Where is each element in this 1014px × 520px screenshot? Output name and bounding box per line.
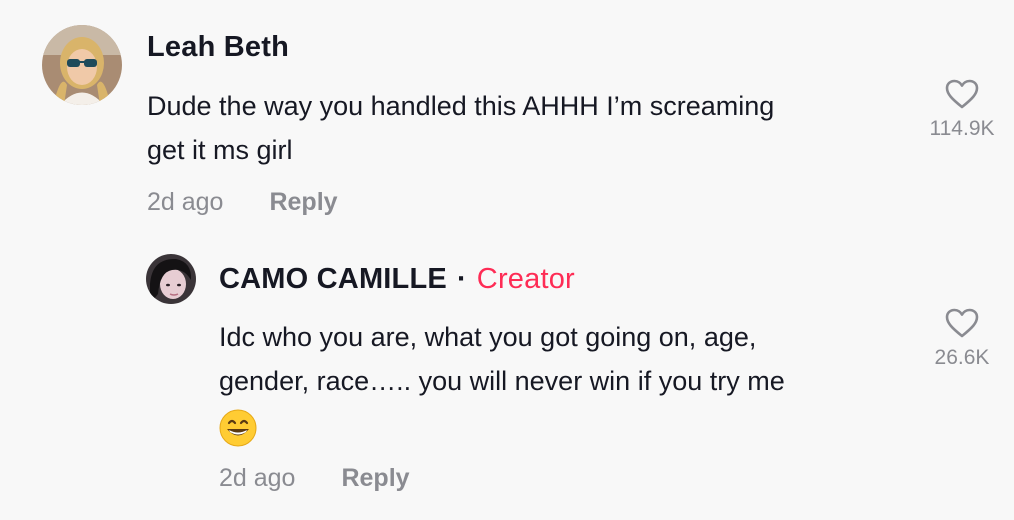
reply-author[interactable]: CAMO CAMILLE xyxy=(219,263,447,295)
reply-author-line: CAMO CAMILLE · Creator xyxy=(219,263,575,296)
reply-avatar[interactable] xyxy=(146,254,196,304)
comment-text-line: Dude the way you handled this AHHH I’m s… xyxy=(147,91,775,121)
grinning-face-emoji-icon xyxy=(219,409,257,447)
like-button[interactable]: 26.6K xyxy=(917,307,1007,370)
user-avatar-dark-hair-icon xyxy=(146,254,196,304)
reply-button[interactable]: Reply xyxy=(341,464,409,492)
reply-meta: 2d ago Reply xyxy=(219,464,410,493)
like-count: 26.6K xyxy=(934,346,990,369)
commenter-avatar[interactable] xyxy=(42,25,122,105)
like-button[interactable]: 114.9K xyxy=(917,78,1007,141)
comment-meta: 2d ago Reply xyxy=(147,188,338,217)
user-avatar-sunglasses-icon xyxy=(42,25,122,105)
author-separator: · xyxy=(456,263,467,295)
comment-item: Leah Beth Dude the way you handled this … xyxy=(0,0,1014,240)
reply-item: CAMO CAMILLE · Creator Idc who you are, wh… xyxy=(0,240,1014,520)
comment-text: Dude the way you handled this AHHH I’m s… xyxy=(147,84,774,172)
heart-icon xyxy=(945,308,979,338)
creator-badge: Creator xyxy=(476,263,575,295)
reply-text-line: gender, race….. you will never win if yo… xyxy=(219,366,785,396)
reply-text-line: Idc who you are, what you got going on, … xyxy=(219,322,757,352)
comment-timestamp: 2d ago xyxy=(147,188,224,216)
comment-text-line: get it ms girl xyxy=(147,135,293,165)
reply-text: Idc who you are, what you got going on, … xyxy=(219,315,785,447)
like-count: 114.9K xyxy=(929,117,995,140)
comment-author[interactable]: Leah Beth xyxy=(147,31,289,64)
reply-timestamp: 2d ago xyxy=(219,464,296,492)
heart-icon xyxy=(945,79,979,109)
reply-button[interactable]: Reply xyxy=(269,188,337,216)
